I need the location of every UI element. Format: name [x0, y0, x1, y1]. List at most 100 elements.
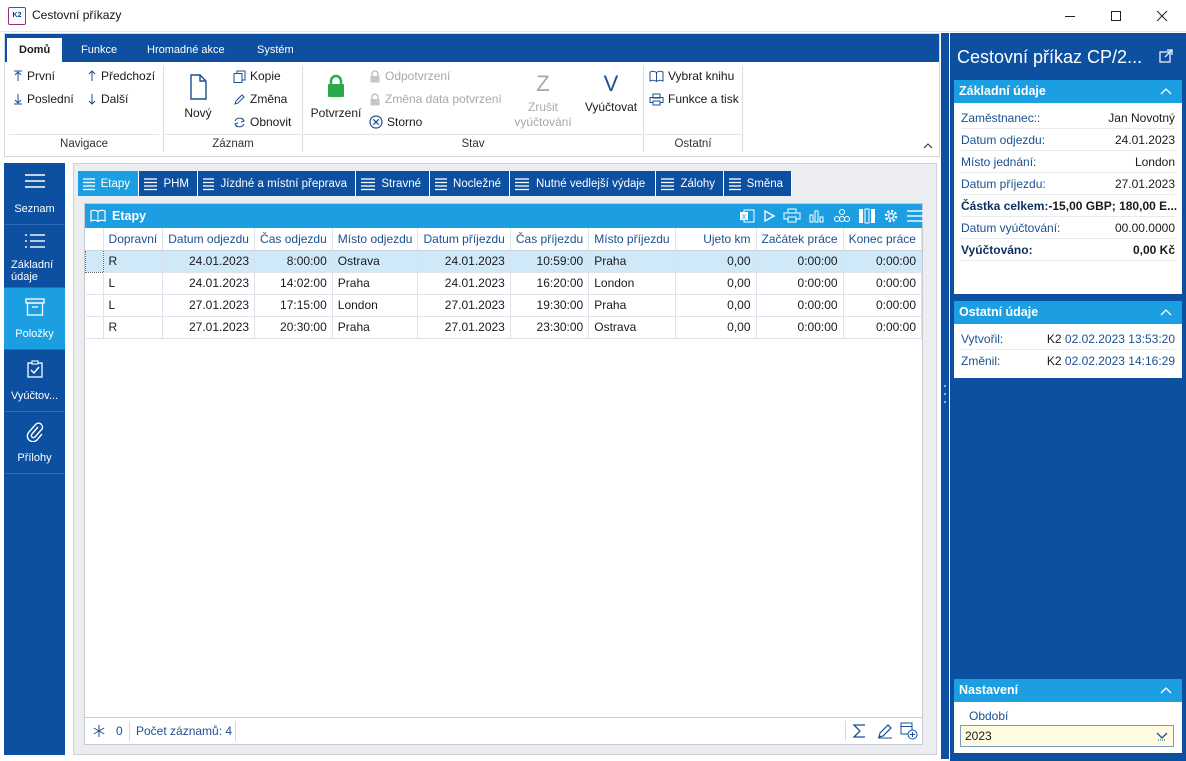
columns-icon[interactable] — [858, 208, 876, 224]
column-header[interactable]: Dopravní — [103, 228, 164, 251]
column-header[interactable]: Konec práce — [843, 228, 923, 251]
period-value: 2023 — [965, 729, 992, 743]
pencil-icon[interactable] — [877, 723, 893, 739]
column-header[interactable]: Datum odjezdu — [162, 228, 256, 251]
table-cell: 24.01.2023 — [417, 250, 511, 273]
tab-hromadne-akce[interactable]: Hromadné akce — [135, 38, 237, 62]
bar-chart-icon[interactable] — [808, 208, 826, 224]
settle-button[interactable]: V Vyúčtovat — [579, 72, 643, 115]
new-button[interactable]: Nový — [177, 74, 219, 120]
grid-footer: 0 Počet záznamů: 4 — [85, 717, 922, 744]
tab-smena-label: Směna — [746, 177, 783, 190]
table-row[interactable]: R 24.01.2023 8:00:00 Ostrava 24.01.2023 … — [85, 249, 923, 273]
group-label-ostatni: Ostatní — [674, 138, 712, 150]
row-indicator[interactable] — [85, 294, 104, 317]
close-icon — [1156, 10, 1168, 22]
excel-export-icon[interactable]: X — [739, 208, 755, 224]
title-bar: K2 Cestovní příkazy — [0, 0, 1186, 32]
tab-jizdne[interactable]: Jízdné a místní přeprava — [198, 171, 356, 196]
nav-polozky[interactable]: Položky — [4, 288, 65, 350]
tab-system[interactable]: Systém — [245, 38, 306, 62]
choose-book-button[interactable]: Vybrat knihu — [649, 69, 734, 83]
nav-zakladni-udaje[interactable]: Základní údaje — [4, 225, 65, 288]
collapse-ribbon-button[interactable] — [923, 142, 933, 150]
functions-print-button[interactable]: Funkce a tisk — [649, 92, 739, 106]
changed-field: Změnil: K2 02.02.2023 14:16:29 — [961, 350, 1175, 372]
column-header[interactable]: Čas příjezdu — [510, 228, 590, 251]
table-cell: 0:00:00 — [843, 272, 923, 295]
tab-domu[interactable]: Domů — [7, 38, 63, 62]
table-cell: 8:00:00 — [254, 250, 333, 273]
play-icon[interactable] — [762, 208, 776, 224]
tab-nutne-vydaje[interactable]: Nutné vedlejší výdaje — [510, 171, 656, 196]
sum-icon[interactable] — [852, 723, 868, 739]
menu-icon[interactable] — [906, 208, 924, 224]
next-button[interactable]: Další — [87, 92, 128, 106]
close-button[interactable] — [1139, 0, 1185, 32]
add-record-icon[interactable] — [900, 722, 918, 740]
printer-icon[interactable] — [783, 208, 801, 224]
record-title: Cestovní příkaz CP/2... — [957, 47, 1143, 67]
unconfirm-button[interactable]: Odpotvrzení — [369, 69, 450, 83]
column-header[interactable]: Ujeto km — [675, 228, 757, 251]
column-header[interactable]: Místo příjezdu — [588, 228, 676, 251]
table-cell: 16:20:00 — [510, 272, 590, 295]
change-confirm-date-button[interactable]: Změna data potvrzení — [369, 92, 502, 106]
panel-splitter[interactable] — [941, 33, 949, 759]
refresh-button[interactable]: Obnovit — [233, 115, 291, 129]
tab-etapy[interactable]: Etapy — [78, 171, 139, 196]
cancel-settlement-button[interactable]: Z Zrušit vyúčtování — [509, 72, 577, 130]
snowflake-icon[interactable] — [92, 724, 106, 738]
column-header[interactable]: Místo odjezdu — [332, 228, 419, 251]
changed-date-link[interactable]: 02.02.2023 14:16:29 — [1065, 354, 1175, 368]
settings-header[interactable]: Nastavení — [954, 679, 1182, 702]
lock-icon — [328, 74, 344, 97]
basic-info-header[interactable]: Základní údaje — [954, 80, 1182, 103]
previous-button[interactable]: Předchozí — [87, 69, 155, 83]
window-title: Cestovní příkazy — [32, 8, 122, 22]
column-header[interactable]: Datum příjezdu — [417, 228, 511, 251]
book-icon — [649, 70, 664, 82]
period-select[interactable]: 2023 — [960, 725, 1174, 747]
storno-button[interactable]: Storno — [369, 115, 422, 129]
field-label: Místo jednání: — [961, 155, 1037, 169]
maximize-button[interactable] — [1093, 0, 1139, 32]
gear-icon[interactable] — [883, 208, 899, 224]
tab-stravne[interactable]: Stravné — [356, 171, 430, 196]
other-info-header[interactable]: Ostatní údaje — [954, 301, 1182, 324]
frozen-count: 0 — [116, 724, 123, 738]
tab-zalohy[interactable]: Zálohy — [656, 171, 724, 196]
tab-smena[interactable]: Směna — [724, 171, 792, 196]
hierarchy-icon[interactable] — [833, 208, 851, 224]
created-date-link[interactable]: 02.02.2023 13:53:20 — [1065, 332, 1175, 346]
tab-jizdne-label: Jízdné a místní přeprava — [220, 177, 347, 190]
table-row[interactable]: L 27.01.2023 17:15:00 London 27.01.2023 … — [85, 294, 923, 317]
copy-button[interactable]: Kopie — [233, 69, 281, 83]
row-indicator[interactable] — [85, 272, 104, 295]
open-external-icon[interactable] — [1159, 49, 1173, 63]
confirm-button[interactable]: Potvrzení — [307, 74, 365, 120]
nav-prilohy[interactable]: Přílohy — [4, 412, 65, 474]
pencil-icon — [234, 93, 245, 105]
table-row[interactable]: L 24.01.2023 14:02:00 Praha 24.01.2023 1… — [85, 272, 923, 295]
column-header[interactable]: Čas odjezdu — [254, 228, 333, 251]
nav-vyuctovani[interactable]: Vyúčtov... — [4, 350, 65, 412]
nav-seznam[interactable]: Seznam — [4, 163, 65, 225]
column-header[interactable]: Začátek práce — [756, 228, 844, 251]
tab-phm[interactable]: PHM — [139, 171, 198, 196]
field-label: Vytvořil: — [961, 332, 1004, 346]
field-value: 27.01.2023 — [1114, 177, 1175, 191]
tab-noclezne[interactable]: Nocležné — [430, 171, 510, 196]
row-indicator[interactable] — [85, 316, 104, 339]
table-cell: 0:00:00 — [756, 250, 844, 273]
last-button[interactable]: Poslední — [13, 92, 74, 106]
nav-zakladni-udaje-label: Základní údaje — [11, 259, 54, 283]
first-button[interactable]: První — [13, 69, 55, 83]
table-row[interactable]: R 27.01.2023 20:30:00 Praha 27.01.2023 2… — [85, 316, 923, 339]
row-indicator[interactable] — [85, 249, 104, 273]
table-cell: 0,00 — [675, 316, 757, 339]
tab-funkce[interactable]: Funkce — [69, 38, 129, 62]
minimize-button[interactable] — [1047, 0, 1093, 32]
group-divider — [9, 134, 159, 135]
change-button[interactable]: Změna — [233, 92, 287, 106]
